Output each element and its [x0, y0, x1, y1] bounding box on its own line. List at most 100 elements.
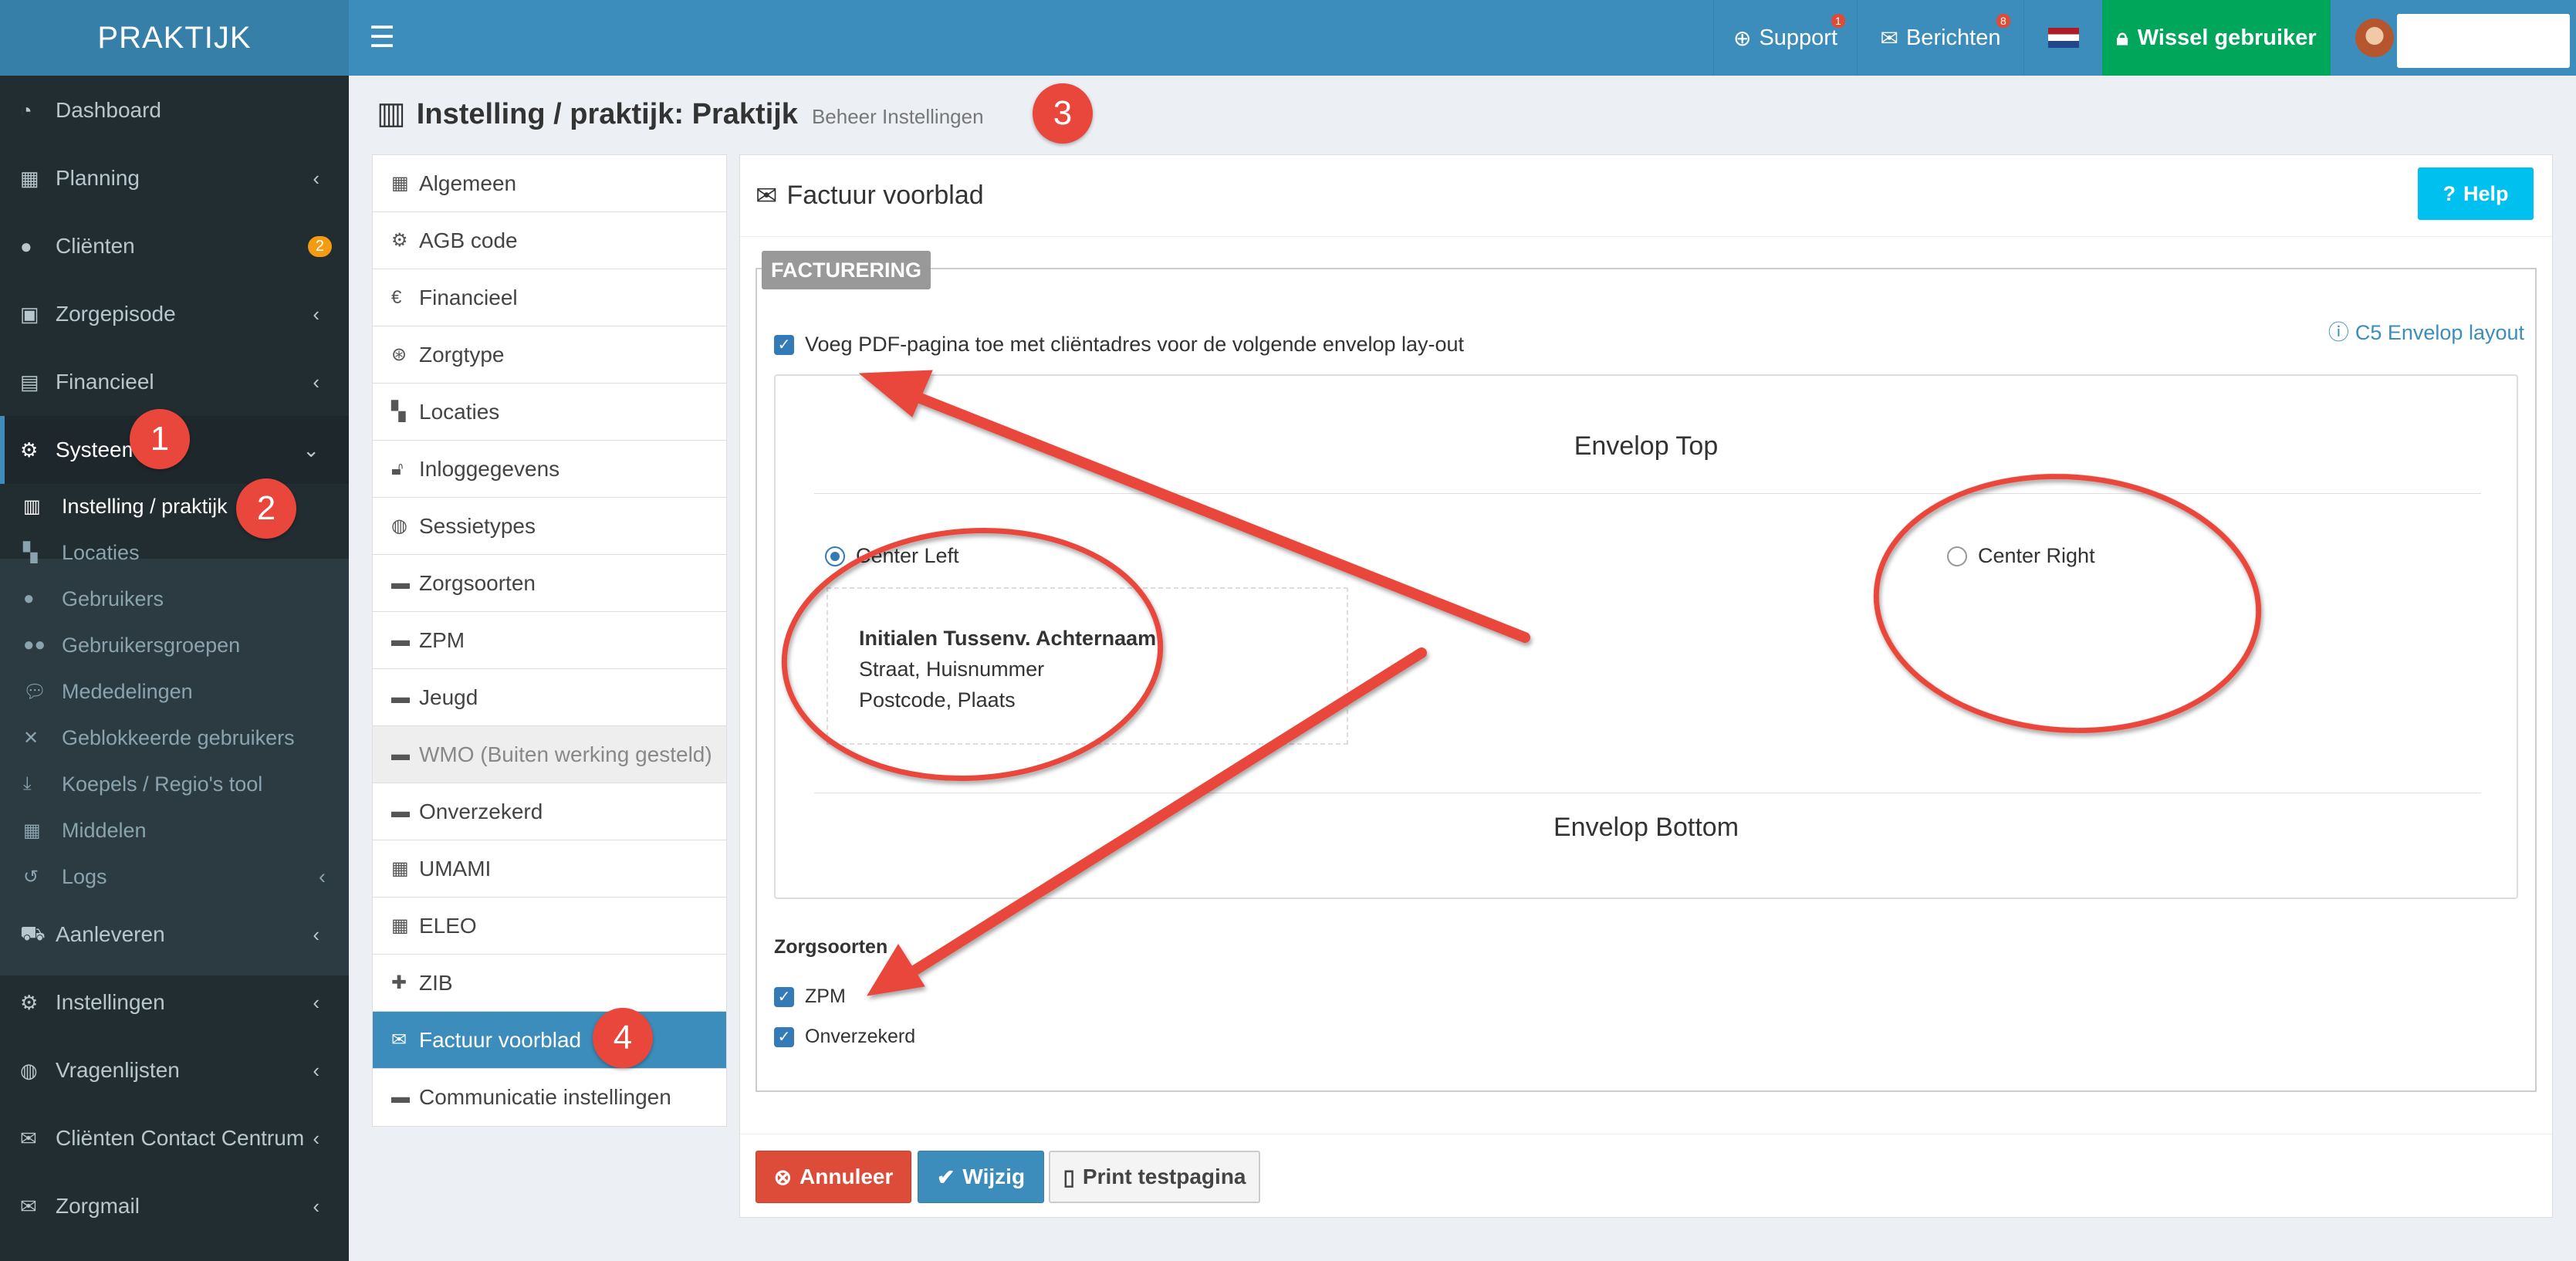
sidebar-subitem-koepels[interactable]: ⤓ Koepels / Regio's tool: [23, 761, 262, 807]
sidebar-item-label: Aanleveren: [56, 922, 165, 946]
settings-item-factuur-voorblad[interactable]: ✉ Factuur voorblad: [373, 1012, 726, 1069]
add-pdf-checkbox-row[interactable]: ✓ Voeg PDF-pagina toe met cliëntadres vo…: [774, 333, 1464, 357]
settings-item-eleo[interactable]: ▦ ELEO: [373, 898, 726, 955]
settings-item-label: Locaties: [419, 399, 500, 424]
settings-item-umami[interactable]: ▦ UMAMI: [373, 840, 726, 898]
add-pdf-checkbox[interactable]: ✓: [774, 334, 794, 355]
settings-item-label: Factuur voorblad: [419, 1027, 582, 1052]
settings-item-label: ZIB: [419, 970, 453, 995]
add-pdf-label: Voeg PDF-pagina toe met cliëntadres voor…: [805, 333, 1465, 356]
cubes-icon: ▦: [23, 820, 41, 841]
language-selector[interactable]: [2023, 0, 2102, 76]
settings-item-zib[interactable]: ✚ ZIB: [373, 955, 726, 1012]
sidebar-subitem-logs[interactable]: ↺ Logs ‹: [23, 854, 326, 900]
calendar-icon: ▦: [20, 166, 39, 190]
sidebar-subitem-label: Koepels / Regio's tool: [62, 772, 263, 796]
center-left-option[interactable]: Center Left: [825, 544, 959, 568]
sidebar-subitem-gebruikersgroepen[interactable]: ●● Gebruikersgroepen: [23, 622, 240, 668]
settings-item-zpm[interactable]: ▬ ZPM: [373, 612, 726, 669]
save-label: Wijzig: [962, 1165, 1026, 1188]
zorgsoort-zpm-row[interactable]: ✓ ZPM: [774, 985, 846, 1008]
settings-item-zorgtype[interactable]: ⊛ Zorgtype: [373, 326, 726, 384]
switch-user-label: Wissel gebruiker: [2137, 25, 2317, 50]
settings-item-communicatie[interactable]: ▬ Communicatie instellingen: [373, 1069, 726, 1126]
globe-icon: ◍: [391, 516, 407, 536]
settings-item-wmo[interactable]: ▬ WMO (Buiten werking gesteld): [373, 726, 726, 783]
universal-access-icon: ⊛: [391, 344, 407, 365]
settings-item-locaties[interactable]: ▚ Locaties: [373, 384, 726, 441]
sidebar-subitem-middelen[interactable]: ▦ Middelen: [23, 807, 147, 854]
center-right-radio[interactable]: [1947, 546, 1967, 566]
save-button[interactable]: ✔ Wijzig: [918, 1151, 1044, 1203]
settings-item-sessietypes[interactable]: ◍ Sessietypes: [373, 498, 726, 555]
sidebar-subitem-label: Middelen: [62, 818, 147, 842]
settings-item-label: UMAMI: [419, 856, 492, 881]
cancel-button[interactable]: ⊗ Annuleer: [756, 1151, 911, 1203]
settings-item-inloggegevens[interactable]: 🔓︎ Inloggegevens: [373, 441, 726, 498]
settings-item-jeugd[interactable]: ▬ Jeugd: [373, 669, 726, 726]
envelope-layout-label: C5 Envelop layout: [2355, 321, 2524, 344]
messages-link[interactable]: ✉ Berichten 8: [1857, 0, 2023, 76]
sidebar-subitem-geblokkeerde[interactable]: ✕ Geblokkeerde gebruikers: [23, 715, 295, 761]
sidebar-item-vragenlijsten[interactable]: ◍ Vragenlijsten ‹: [0, 1036, 349, 1104]
sidebar-item-zorgepisode[interactable]: ▣ Zorgepisode ‹: [0, 280, 349, 348]
help-button[interactable]: ? Help: [2418, 167, 2534, 220]
chevron-left-icon: ‹: [319, 864, 326, 888]
sidebar-item-aanleveren[interactable]: ⛟ Aanleveren ‹: [0, 901, 349, 969]
sidebar-item-financieel[interactable]: ▤ Financieel ‹: [0, 348, 349, 416]
menu-toggle-icon[interactable]: ☰: [369, 20, 395, 55]
map-icon: ▚: [391, 401, 406, 422]
settings-item-label: Financieel: [419, 285, 518, 309]
globe-icon: ◍: [20, 1058, 38, 1082]
zorgsoort-onverzekerd-checkbox[interactable]: ✓: [774, 1026, 794, 1047]
settings-item-agb[interactable]: ⚙ AGB code: [373, 212, 726, 269]
brand-logo[interactable]: PRAKTIJK: [0, 0, 349, 76]
dutch-flag-icon: [2047, 28, 2079, 48]
book-icon: ▤: [20, 370, 39, 394]
truck-icon: ⛟: [20, 921, 46, 945]
sidebar-subitem-label: Gebruikers: [62, 587, 164, 610]
center-left-radio[interactable]: [825, 546, 845, 566]
zorgsoort-onverzekerd-row[interactable]: ✓ Onverzekerd: [774, 1026, 915, 1048]
sidebar-item-dashboard[interactable]: ◔ Dashboard: [0, 76, 349, 144]
sidebar-subitem-label: Geblokkeerde gebruikers: [62, 725, 295, 749]
settings-item-algemeen[interactable]: ▦ Algemeen: [373, 155, 726, 212]
comments-icon: 💬︎: [23, 681, 47, 702]
user-name-box[interactable]: [2397, 14, 2570, 68]
center-right-option[interactable]: Center Right: [1947, 544, 2095, 568]
users-icon: ●●: [23, 634, 46, 655]
sidebar-item-contact-centrum[interactable]: ✉ Cliënten Contact Centrum ‹: [0, 1104, 349, 1172]
sidebar-subitem-label: Mededelingen: [62, 679, 193, 703]
sidebar-subitem-mededelingen[interactable]: 💬︎ Mededelingen: [23, 668, 193, 715]
settings-item-label: Zorgtype: [419, 342, 505, 367]
avatar[interactable]: [2355, 19, 2394, 57]
fieldset-legend: FACTURERING: [762, 251, 931, 289]
question-circle-icon: ?: [2442, 181, 2456, 205]
hospital-icon: ▥: [377, 96, 406, 130]
support-link[interactable]: ⊕ Support 1: [1713, 0, 1857, 76]
sidebar-item-zorgmail[interactable]: ✉ Zorgmail ‹: [0, 1172, 349, 1240]
times-circle-icon: ⊗: [773, 1165, 793, 1189]
sidebar-item-planning[interactable]: ▦ Planning ‹: [0, 144, 349, 212]
zorgsoort-zpm-checkbox[interactable]: ✓: [774, 986, 794, 1007]
settings-item-financieel[interactable]: € Financieel: [373, 269, 726, 326]
sidebar-subitem-instelling[interactable]: ▥ Instelling / praktijk: [23, 483, 228, 529]
address-street: Straat, Huisnummer: [859, 658, 1045, 681]
envelope-icon: ✉: [20, 1126, 37, 1150]
envelope-icon: ✉: [391, 1029, 407, 1050]
sidebar-subitem-gebruikers[interactable]: ● Gebruikers: [23, 576, 164, 622]
user-times-icon: ✕: [23, 727, 39, 749]
settings-item-onverzekerd[interactable]: ▬ Onverzekerd: [373, 783, 726, 840]
zorgsoort-label: ZPM: [805, 985, 846, 1007]
file-pdf-icon: ▯: [1063, 1165, 1075, 1189]
envelope-layout-link[interactable]: ⓘ C5 Envelop layout: [2328, 316, 2524, 346]
sidebar-item-instellingen[interactable]: ⚙ Instellingen ‹: [0, 969, 349, 1036]
sidebar-subitem-locaties[interactable]: ▚ Locaties: [23, 529, 140, 576]
print-test-page-button[interactable]: ▯ Print testpagina: [1049, 1151, 1260, 1203]
panel-header: ✉ Factuur voorblad ? Help: [740, 155, 2552, 237]
switch-user-button[interactable]: 🔒︎ Wissel gebruiker: [2102, 0, 2331, 76]
sidebar-item-clienten[interactable]: ● Cliënten 2: [0, 212, 349, 280]
settings-item-zorgsoorten[interactable]: ▬ Zorgsoorten: [373, 555, 726, 612]
chevron-left-icon: ‹: [313, 1058, 319, 1082]
help-label: Help: [2463, 181, 2509, 205]
